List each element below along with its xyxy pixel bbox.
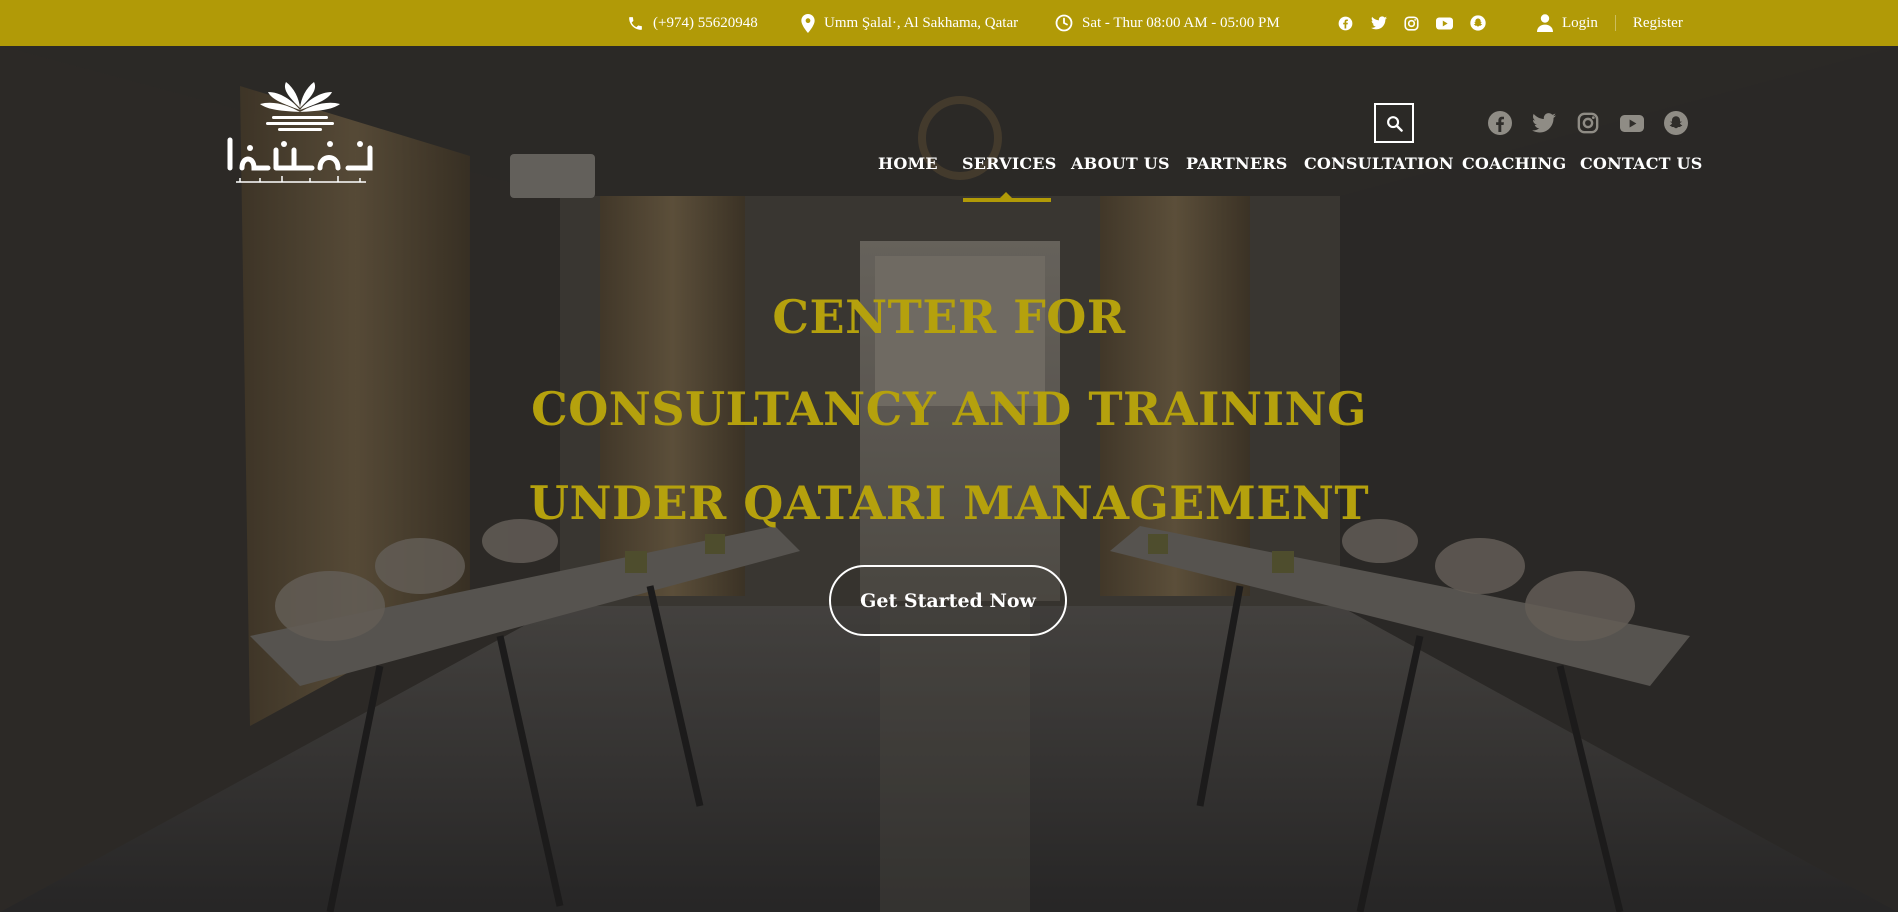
snapchat-icon[interactable] (1664, 111, 1688, 135)
auth-links: Login Register (1537, 0, 1683, 46)
hero-headline-line3: UNDER QATARI MANAGEMENT (528, 476, 1370, 530)
header-social-links (1488, 111, 1688, 135)
main-nav: HOME SERVICES ABOUT US PARTNERS CONSULTA… (0, 154, 1898, 182)
register-link[interactable]: Register (1633, 15, 1683, 32)
get-started-button[interactable]: Get Started Now (829, 565, 1067, 636)
address-contact: Umm Şalal·, Al Sakhama, Qatar (801, 0, 1018, 46)
top-info-bar: (+974) 55620948 Umm Şalal·, Al Sakhama, … (0, 0, 1898, 46)
hero-headline-line1: CENTER FOR (772, 290, 1126, 344)
hours-text: Sat - Thur 08:00 AM - 05:00 PM (1082, 14, 1280, 31)
nav-coaching[interactable]: COACHING (1462, 154, 1566, 173)
hero-headline-line2: CONSULTANCY AND TRAINING (531, 382, 1367, 436)
youtube-icon[interactable] (1436, 15, 1453, 32)
snapchat-icon[interactable] (1469, 15, 1486, 32)
nav-consultation[interactable]: CONSULTATION (1304, 154, 1454, 173)
active-nav-underline (963, 198, 1051, 202)
nav-about-us[interactable]: ABOUT US (1071, 154, 1170, 173)
phone-icon (629, 16, 642, 30)
facebook-icon[interactable] (1488, 111, 1512, 135)
twitter-icon[interactable] (1370, 15, 1387, 32)
nav-services[interactable]: SERVICES (962, 154, 1056, 173)
map-pin-icon (801, 13, 815, 33)
user-icon (1537, 14, 1553, 32)
instagram-icon[interactable] (1576, 111, 1600, 135)
login-link[interactable]: Login (1562, 15, 1598, 32)
twitter-icon[interactable] (1532, 111, 1556, 135)
youtube-icon[interactable] (1620, 111, 1644, 135)
nav-home[interactable]: HOME (878, 154, 938, 173)
phone-contact[interactable]: (+974) 55620948 (627, 0, 758, 46)
clock-icon (1055, 14, 1073, 32)
working-hours: Sat - Thur 08:00 AM - 05:00 PM (1055, 0, 1280, 46)
facebook-icon[interactable] (1337, 15, 1354, 32)
auth-divider (1614, 15, 1616, 31)
nav-contact-us[interactable]: CONTACT US (1580, 154, 1702, 173)
search-icon (1386, 115, 1403, 132)
instagram-icon[interactable] (1403, 15, 1420, 32)
address-text: Umm Şalal·, Al Sakhama, Qatar (824, 14, 1019, 31)
nav-partners[interactable]: PARTNERS (1186, 154, 1287, 173)
search-button[interactable] (1374, 103, 1414, 143)
hero-section: HOME SERVICES ABOUT US PARTNERS CONSULTA… (0, 46, 1898, 912)
phone-number: (+974) 55620948 (653, 14, 758, 31)
topbar-social-links (1337, 0, 1486, 46)
